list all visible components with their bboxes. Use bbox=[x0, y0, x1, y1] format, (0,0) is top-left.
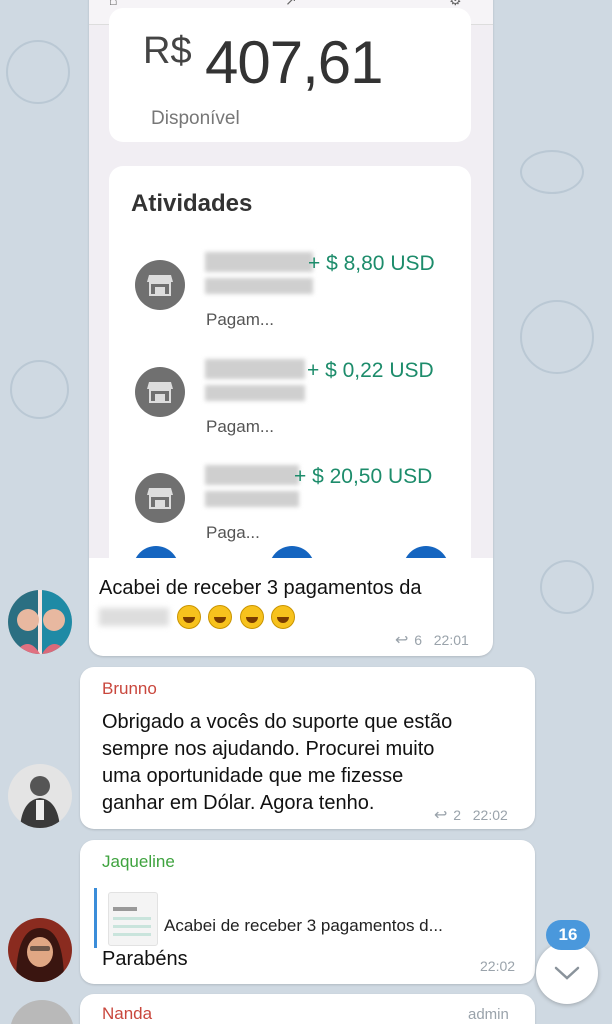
avatar-jaqueline[interactable] bbox=[8, 918, 72, 982]
party-emoji-icon bbox=[239, 604, 264, 629]
party-emoji-icon bbox=[271, 604, 296, 629]
bell-icon: ⌂ bbox=[109, 0, 118, 8]
reply-quote-bar[interactable] bbox=[94, 888, 97, 948]
message-line: uma oportunidade que me fizesse bbox=[102, 765, 404, 787]
message-line: ganhar em Dólar. Agora tenho. bbox=[102, 792, 375, 814]
balance-label: Disponível bbox=[151, 108, 240, 129]
redacted-name bbox=[205, 385, 305, 401]
smile-emoji-icon bbox=[176, 604, 201, 629]
avatar-sender-1[interactable] bbox=[8, 590, 72, 654]
message-text: Parabéns bbox=[102, 948, 188, 970]
redacted-name bbox=[205, 359, 305, 379]
sender-name[interactable]: Jaqueline bbox=[102, 852, 175, 872]
message-line: Obrigado a vocês do suporte que estão bbox=[102, 711, 453, 733]
avatar-nanda[interactable] bbox=[10, 1000, 74, 1024]
activity-row: Pagam... + $ 8,80 USD bbox=[109, 252, 471, 352]
store-icon bbox=[135, 260, 185, 310]
store-icon bbox=[135, 473, 185, 523]
caption-text: Acabei de receber 3 pagamentos da bbox=[99, 577, 422, 599]
message-time: 22:01 bbox=[433, 632, 469, 648]
balance-amount: 407,61 bbox=[205, 29, 384, 96]
reply-icon[interactable]: ↩ bbox=[434, 807, 447, 824]
store-icon bbox=[135, 367, 185, 417]
balance-card: R$ 407,61 Disponível bbox=[109, 8, 471, 142]
message-meta: ↩ 6 22:01 bbox=[395, 630, 469, 650]
activities-card: Atividades Pagam... + $ 8,80 USD Pagam..… bbox=[109, 166, 471, 558]
currency-symbol: R$ bbox=[143, 30, 192, 72]
background-doodle bbox=[6, 40, 70, 104]
message-caption: Acabei de receber 3 pagamentos da bbox=[99, 574, 421, 630]
redacted-name bbox=[205, 491, 299, 507]
background-doodle bbox=[520, 300, 594, 374]
activity-subtitle: Paga... bbox=[206, 523, 260, 542]
activities-title: Atividades bbox=[131, 190, 253, 217]
scroll-to-bottom-button[interactable] bbox=[536, 942, 598, 1004]
background-doodle bbox=[520, 150, 584, 194]
activity-amount: + $ 20,50 USD bbox=[294, 465, 433, 488]
reply-icon[interactable]: ↩ bbox=[395, 632, 408, 649]
message-time: 22:02 bbox=[480, 958, 516, 974]
activity-subtitle: Pagam... bbox=[206, 417, 275, 436]
background-doodle bbox=[10, 360, 69, 419]
reply-count[interactable]: 6 bbox=[414, 632, 422, 648]
reply-quote-thumbnail[interactable] bbox=[108, 892, 158, 946]
redacted-name bbox=[205, 278, 313, 294]
message-bubble-brunno[interactable]: Brunno Obrigado a vocês do suporte que e… bbox=[80, 667, 535, 829]
sender-name[interactable]: Brunno bbox=[102, 679, 157, 699]
redacted-name bbox=[205, 252, 313, 272]
activity-subtitle: Pagam... bbox=[206, 310, 275, 329]
message-bubble-jaqueline[interactable]: Jaqueline Acabei de receber 3 pagamentos… bbox=[80, 840, 535, 984]
activity-amount: + $ 0,22 USD bbox=[307, 359, 434, 382]
caption-second-line bbox=[99, 602, 421, 630]
message-bubble-nanda[interactable]: Nanda admin bbox=[80, 994, 535, 1024]
activity-amount: + $ 8,80 USD bbox=[308, 252, 435, 275]
sender-name[interactable]: Nanda bbox=[102, 1004, 152, 1024]
admin-label: admin bbox=[468, 1006, 509, 1023]
screenshot-image[interactable]: ⌂ ↗ ⚙ R$ 407,61 Disponível Atividades Pa… bbox=[89, 0, 493, 558]
activity-row: Pagam... + $ 0,22 USD bbox=[109, 359, 471, 459]
reply-count[interactable]: 2 bbox=[453, 807, 461, 823]
chevron-down-icon bbox=[554, 966, 580, 980]
message-image-bubble[interactable]: ⌂ ↗ ⚙ R$ 407,61 Disponível Atividades Pa… bbox=[89, 0, 493, 656]
activity-row: Paga... + $ 20,50 USD bbox=[109, 465, 471, 558]
message-meta: ↩ 2 22:02 bbox=[434, 805, 508, 825]
message-line: sempre nos ajudando. Procurei muito bbox=[102, 738, 435, 760]
unread-count-badge[interactable]: 16 bbox=[546, 920, 590, 950]
message-time: 22:02 bbox=[472, 807, 508, 823]
smile-emoji-icon bbox=[208, 604, 233, 629]
avatar-brunno[interactable] bbox=[8, 764, 72, 828]
redacted-name bbox=[205, 465, 299, 485]
reply-quote-text[interactable]: Acabei de receber 3 pagamentos d... bbox=[164, 916, 443, 936]
redacted-text bbox=[99, 607, 169, 626]
background-doodle bbox=[540, 560, 594, 614]
